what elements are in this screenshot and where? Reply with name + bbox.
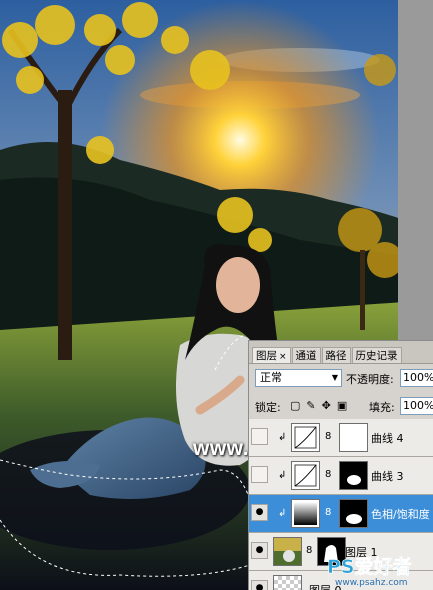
- fill-field[interactable]: 100%: [400, 397, 433, 415]
- tab-layers[interactable]: 图层 ×: [252, 347, 291, 363]
- layer-mask-thumbnail[interactable]: [339, 423, 368, 452]
- curves-adjustment-thumbnail: [291, 423, 320, 452]
- tab-paths[interactable]: 路径: [321, 347, 351, 363]
- image-layer-thumbnail: [273, 537, 302, 566]
- chevron-down-icon: ▼: [331, 373, 338, 382]
- svg-text:www.psahz.com: www.psahz.com: [335, 578, 408, 588]
- canvas-gray-margin: [398, 0, 433, 340]
- eye-icon[interactable]: ●: [251, 504, 268, 521]
- layer-name: 曲线 3: [371, 470, 404, 483]
- layer-row-curves-4[interactable]: ↲ 8 曲线 4: [249, 419, 433, 457]
- transparent-layer-thumbnail: [273, 575, 302, 590]
- visibility-toggle[interactable]: [251, 428, 268, 445]
- layer-row-hue-saturation[interactable]: ● ↲ 8 色相/饱和度: [249, 495, 433, 533]
- layer-name: 曲线 4: [371, 432, 404, 445]
- lock-transparency-icon[interactable]: ▢: [290, 399, 300, 412]
- svg-text:PS爱好者: PS爱好者: [327, 555, 412, 578]
- layer-name: 色相/饱和度: [371, 508, 430, 521]
- blend-mode-select[interactable]: 正常 ▼: [255, 369, 342, 387]
- chain-link-icon[interactable]: 8: [325, 469, 331, 480]
- lock-image-icon[interactable]: ✎: [306, 399, 315, 412]
- mask-shape: [347, 475, 361, 485]
- fill-label: 填充:: [369, 401, 395, 414]
- panel-tabs: 图层 × 通道 路径 历史记录: [249, 341, 433, 364]
- layer-mask-thumbnail[interactable]: [339, 499, 368, 528]
- clipping-arrow-icon: ↲: [278, 508, 287, 519]
- site-logo: PS爱好者 www.psahz.com: [327, 555, 412, 588]
- opacity-field[interactable]: 100%: [400, 369, 433, 387]
- tab-channels[interactable]: 通道: [291, 347, 321, 363]
- mask-shape: [346, 514, 362, 524]
- eye-icon[interactable]: ●: [251, 580, 268, 590]
- hue-saturation-adjustment-thumbnail: [291, 499, 320, 528]
- image-thumbnail-art: [274, 538, 301, 565]
- clipping-arrow-icon: ↲: [278, 432, 287, 443]
- chain-link-icon[interactable]: 8: [325, 431, 331, 442]
- layer-mask-thumbnail[interactable]: [339, 461, 368, 490]
- chain-link-icon[interactable]: 8: [306, 545, 312, 556]
- opacity-label: 不透明度:: [346, 373, 394, 386]
- lock-controls: ▢ ✎ ✥ ▣: [290, 399, 347, 412]
- blend-mode-value: 正常: [260, 371, 282, 384]
- visibility-toggle[interactable]: [251, 466, 268, 483]
- tab-layers-label: 图层: [256, 350, 277, 362]
- hue-saturation-icon: [294, 502, 317, 525]
- tab-history[interactable]: 历史记录: [351, 347, 402, 363]
- tab-close-icon[interactable]: ×: [279, 352, 287, 362]
- lock-all-icon[interactable]: ▣: [337, 399, 347, 412]
- lock-label: 锁定:: [255, 401, 281, 414]
- chain-link-icon[interactable]: 8: [325, 507, 331, 518]
- lock-position-icon[interactable]: ✥: [322, 399, 331, 412]
- curves-icon: [294, 426, 317, 449]
- curves-icon: [294, 464, 317, 487]
- layer-row-curves-3[interactable]: ↲ 8 曲线 3: [249, 457, 433, 495]
- curves-adjustment-thumbnail: [291, 461, 320, 490]
- clipping-arrow-icon: ↲: [278, 470, 287, 481]
- eye-icon[interactable]: ●: [251, 542, 268, 559]
